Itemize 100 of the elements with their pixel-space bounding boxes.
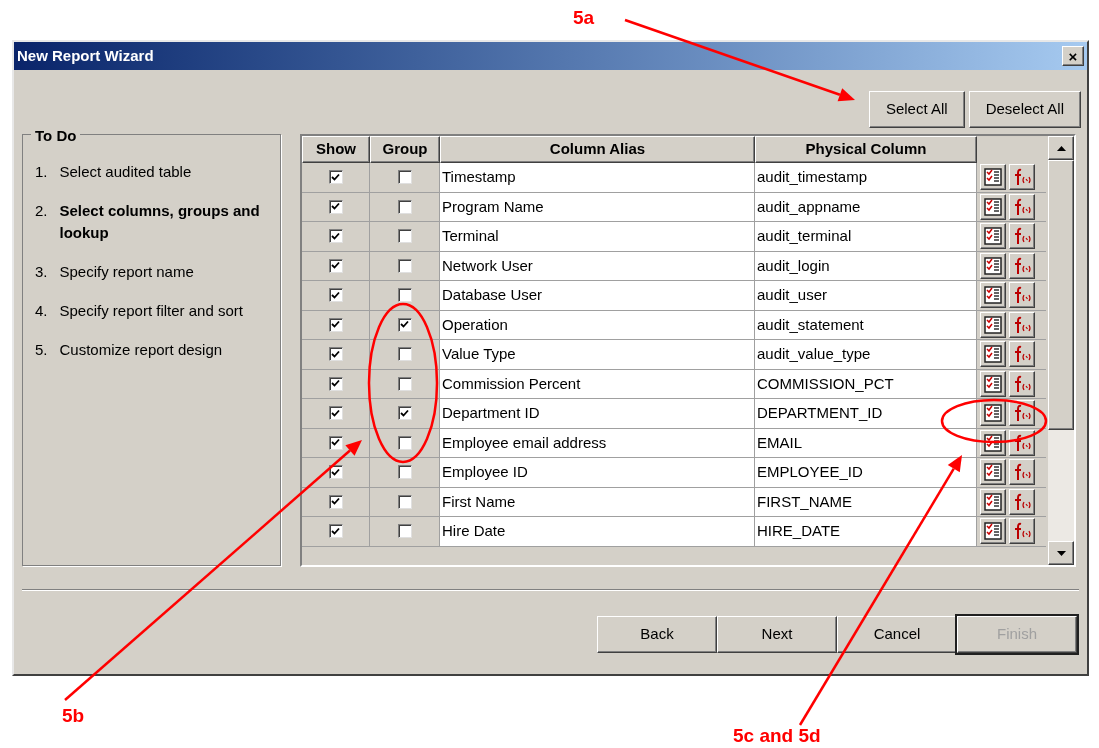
function-button[interactable] <box>1009 341 1035 368</box>
checkmark-icon <box>331 438 340 448</box>
annotation-label: 5c and 5d <box>733 724 821 748</box>
checkmark-icon <box>331 467 340 477</box>
checkbox[interactable] <box>397 524 412 539</box>
table-cell: Value Type <box>440 340 755 369</box>
checkbox[interactable] <box>328 258 343 273</box>
lookup-button[interactable] <box>980 370 1006 397</box>
checkbox[interactable] <box>328 465 343 480</box>
function-button[interactable] <box>1009 282 1035 309</box>
function-button[interactable] <box>1009 518 1035 545</box>
table-cell: EMPLOYEE_ID <box>755 458 977 487</box>
function-button[interactable] <box>1009 311 1035 338</box>
checkbox[interactable] <box>328 199 343 214</box>
step-number: 3. <box>35 262 48 282</box>
table-cell: Hire Date <box>440 517 755 546</box>
checkbox[interactable] <box>397 494 412 509</box>
table-cell: First Name <box>440 487 755 516</box>
function-button[interactable] <box>1009 252 1035 279</box>
checkmark-icon <box>331 408 340 418</box>
checkbox[interactable] <box>328 170 343 185</box>
lookup-button[interactable] <box>980 311 1006 338</box>
scrollbar[interactable] <box>1048 136 1074 565</box>
checkbox[interactable] <box>328 406 343 421</box>
checkbox[interactable] <box>397 229 412 244</box>
checkmark-icon <box>331 290 340 300</box>
lookup-button[interactable] <box>980 282 1006 309</box>
list-icon <box>984 492 1002 511</box>
table-cell: Terminal <box>440 222 755 251</box>
lookup-button[interactable] <box>980 252 1006 279</box>
wizard-button[interactable]: Cancel <box>837 616 957 653</box>
function-button[interactable] <box>1009 488 1035 515</box>
function-icon <box>1012 226 1032 247</box>
step-number: 5. <box>35 340 48 360</box>
function-icon <box>1012 403 1032 424</box>
lookup-button[interactable] <box>980 518 1006 545</box>
checkmark-icon <box>331 526 340 536</box>
list-icon <box>984 168 1002 187</box>
lookup-button[interactable] <box>980 429 1006 456</box>
step-number: 1. <box>35 162 48 182</box>
function-button[interactable] <box>1009 459 1035 486</box>
table-cell: audit_appname <box>755 192 977 221</box>
wizard-button[interactable]: Next <box>717 616 837 653</box>
checkbox[interactable] <box>397 258 412 273</box>
lookup-button[interactable] <box>980 223 1006 250</box>
column-header[interactable]: Column Alias <box>440 136 755 163</box>
table-cell: EMAIL <box>755 428 977 457</box>
function-button[interactable] <box>1009 223 1035 250</box>
checkbox[interactable] <box>397 347 412 362</box>
checkbox[interactable] <box>328 317 343 332</box>
toolbar-button[interactable]: Select All <box>868 91 965 128</box>
lookup-button[interactable] <box>980 164 1006 191</box>
checkbox[interactable] <box>328 524 343 539</box>
function-button[interactable] <box>1009 193 1035 220</box>
lookup-button[interactable] <box>980 193 1006 220</box>
column-header[interactable]: Physical Column <box>755 136 977 163</box>
table-cell: audit_login <box>755 251 977 280</box>
checkbox[interactable] <box>328 376 343 391</box>
window-title: New Report Wizard <box>17 45 154 66</box>
step-label: Specify report name <box>59 262 194 282</box>
list-icon <box>984 286 1002 305</box>
checkbox[interactable] <box>397 199 412 214</box>
checkbox[interactable] <box>397 288 412 303</box>
lookup-button[interactable] <box>980 488 1006 515</box>
checkbox[interactable] <box>397 170 412 185</box>
checkmark-icon <box>331 202 340 212</box>
function-button[interactable] <box>1009 370 1035 397</box>
table-cell: Department ID <box>440 399 755 428</box>
lookup-button[interactable] <box>980 400 1006 427</box>
list-icon <box>984 315 1002 334</box>
checkbox[interactable] <box>328 494 343 509</box>
function-button[interactable] <box>1009 164 1035 191</box>
column-header[interactable]: Show <box>302 136 370 163</box>
checkbox[interactable] <box>397 376 412 391</box>
checkbox[interactable] <box>328 347 343 362</box>
list-icon <box>984 404 1002 423</box>
column-header[interactable]: Group <box>370 136 440 163</box>
checkbox[interactable] <box>397 465 412 480</box>
checkbox[interactable] <box>328 229 343 244</box>
checkbox[interactable] <box>328 288 343 303</box>
list-icon <box>984 227 1002 246</box>
toolbar-button[interactable]: Deselect All <box>968 91 1081 128</box>
table-cell: COMMISSION_PCT <box>755 369 977 398</box>
function-icon <box>1012 314 1032 335</box>
table-cell: audit_user <box>755 281 977 310</box>
checkbox[interactable] <box>397 435 412 450</box>
wizard-button[interactable]: Back <box>597 616 717 653</box>
checkbox[interactable] <box>328 435 343 450</box>
lookup-button[interactable] <box>980 341 1006 368</box>
step-label: Specify report filter and sort <box>59 301 243 321</box>
close-button[interactable]: × <box>1062 46 1084 66</box>
table-cell: Network User <box>440 251 755 280</box>
table-cell: audit_timestamp <box>755 163 977 192</box>
lookup-button[interactable] <box>980 459 1006 486</box>
function-icon <box>1012 491 1032 512</box>
table-cell: HIRE_DATE <box>755 517 977 546</box>
checkbox[interactable] <box>397 317 412 332</box>
checkmark-icon <box>400 408 409 418</box>
checkbox[interactable] <box>397 406 412 421</box>
list-icon <box>984 197 1002 216</box>
